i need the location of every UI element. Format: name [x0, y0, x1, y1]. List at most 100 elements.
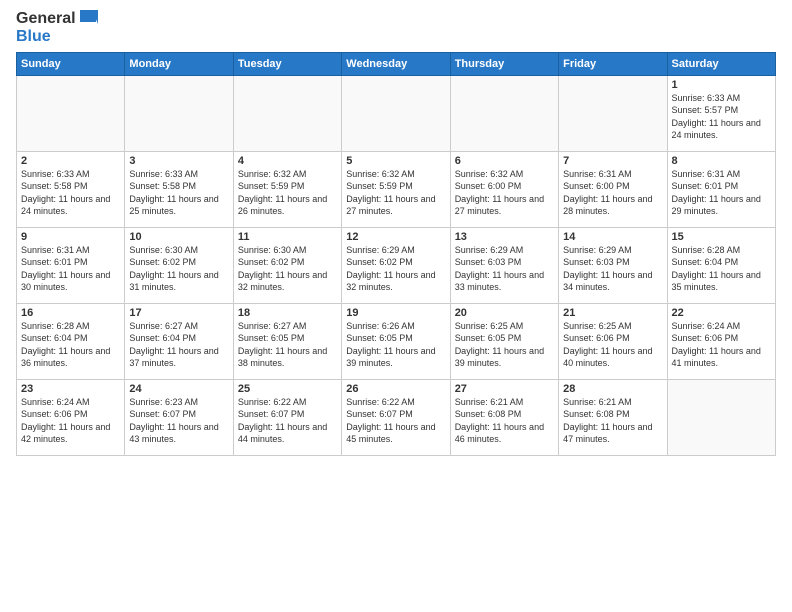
day-number: 16 — [21, 307, 120, 319]
day-number: 23 — [21, 383, 120, 395]
weekday-header-sunday: Sunday — [17, 52, 125, 75]
calendar-cell: 24Sunrise: 6:23 AM Sunset: 6:07 PM Dayli… — [125, 379, 233, 455]
calendar-cell: 16Sunrise: 6:28 AM Sunset: 6:04 PM Dayli… — [17, 303, 125, 379]
day-number: 13 — [455, 231, 554, 243]
calendar-cell: 1Sunrise: 6:33 AM Sunset: 5:57 PM Daylig… — [667, 75, 775, 151]
weekday-header-monday: Monday — [125, 52, 233, 75]
day-number: 3 — [129, 155, 228, 167]
day-info: Sunrise: 6:26 AM Sunset: 6:05 PM Dayligh… — [346, 320, 445, 370]
weekday-header-wednesday: Wednesday — [342, 52, 450, 75]
day-info: Sunrise: 6:25 AM Sunset: 6:05 PM Dayligh… — [455, 320, 554, 370]
day-info: Sunrise: 6:32 AM Sunset: 6:00 PM Dayligh… — [455, 168, 554, 218]
logo: General Blue — [16, 10, 98, 46]
day-number: 2 — [21, 155, 120, 167]
calendar-cell — [17, 75, 125, 151]
day-number: 6 — [455, 155, 554, 167]
calendar-cell: 2Sunrise: 6:33 AM Sunset: 5:58 PM Daylig… — [17, 151, 125, 227]
day-number: 19 — [346, 307, 445, 319]
day-number: 1 — [672, 79, 771, 91]
calendar-cell: 25Sunrise: 6:22 AM Sunset: 6:07 PM Dayli… — [233, 379, 341, 455]
day-number: 17 — [129, 307, 228, 319]
calendar-cell: 21Sunrise: 6:25 AM Sunset: 6:06 PM Dayli… — [559, 303, 667, 379]
calendar-cell: 3Sunrise: 6:33 AM Sunset: 5:58 PM Daylig… — [125, 151, 233, 227]
calendar-cell — [125, 75, 233, 151]
logo-blue: Blue — [16, 28, 51, 46]
calendar-cell: 27Sunrise: 6:21 AM Sunset: 6:08 PM Dayli… — [450, 379, 558, 455]
day-info: Sunrise: 6:32 AM Sunset: 5:59 PM Dayligh… — [346, 168, 445, 218]
day-number: 15 — [672, 231, 771, 243]
day-info: Sunrise: 6:22 AM Sunset: 6:07 PM Dayligh… — [346, 396, 445, 446]
day-info: Sunrise: 6:22 AM Sunset: 6:07 PM Dayligh… — [238, 396, 337, 446]
day-info: Sunrise: 6:25 AM Sunset: 6:06 PM Dayligh… — [563, 320, 662, 370]
day-info: Sunrise: 6:23 AM Sunset: 6:07 PM Dayligh… — [129, 396, 228, 446]
day-number: 4 — [238, 155, 337, 167]
logo-general: General — [16, 10, 76, 28]
calendar-cell: 13Sunrise: 6:29 AM Sunset: 6:03 PM Dayli… — [450, 227, 558, 303]
day-number: 11 — [238, 231, 337, 243]
day-number: 10 — [129, 231, 228, 243]
day-info: Sunrise: 6:29 AM Sunset: 6:02 PM Dayligh… — [346, 244, 445, 294]
weekday-header-saturday: Saturday — [667, 52, 775, 75]
calendar-cell: 14Sunrise: 6:29 AM Sunset: 6:03 PM Dayli… — [559, 227, 667, 303]
day-info: Sunrise: 6:29 AM Sunset: 6:03 PM Dayligh… — [563, 244, 662, 294]
calendar-cell: 15Sunrise: 6:28 AM Sunset: 6:04 PM Dayli… — [667, 227, 775, 303]
calendar-cell: 23Sunrise: 6:24 AM Sunset: 6:06 PM Dayli… — [17, 379, 125, 455]
day-number: 20 — [455, 307, 554, 319]
calendar-cell: 8Sunrise: 6:31 AM Sunset: 6:01 PM Daylig… — [667, 151, 775, 227]
day-info: Sunrise: 6:27 AM Sunset: 6:04 PM Dayligh… — [129, 320, 228, 370]
weekday-header-thursday: Thursday — [450, 52, 558, 75]
calendar-cell: 22Sunrise: 6:24 AM Sunset: 6:06 PM Dayli… — [667, 303, 775, 379]
calendar-cell — [559, 75, 667, 151]
calendar-cell: 12Sunrise: 6:29 AM Sunset: 6:02 PM Dayli… — [342, 227, 450, 303]
calendar: SundayMondayTuesdayWednesdayThursdayFrid… — [16, 52, 776, 456]
day-info: Sunrise: 6:29 AM Sunset: 6:03 PM Dayligh… — [455, 244, 554, 294]
day-info: Sunrise: 6:28 AM Sunset: 6:04 PM Dayligh… — [672, 244, 771, 294]
day-info: Sunrise: 6:31 AM Sunset: 6:00 PM Dayligh… — [563, 168, 662, 218]
day-info: Sunrise: 6:31 AM Sunset: 6:01 PM Dayligh… — [672, 168, 771, 218]
day-number: 7 — [563, 155, 662, 167]
calendar-cell: 19Sunrise: 6:26 AM Sunset: 6:05 PM Dayli… — [342, 303, 450, 379]
day-number: 18 — [238, 307, 337, 319]
day-number: 27 — [455, 383, 554, 395]
day-info: Sunrise: 6:31 AM Sunset: 6:01 PM Dayligh… — [21, 244, 120, 294]
calendar-cell — [667, 379, 775, 455]
day-number: 28 — [563, 383, 662, 395]
day-number: 5 — [346, 155, 445, 167]
calendar-cell: 6Sunrise: 6:32 AM Sunset: 6:00 PM Daylig… — [450, 151, 558, 227]
day-info: Sunrise: 6:21 AM Sunset: 6:08 PM Dayligh… — [455, 396, 554, 446]
calendar-cell: 10Sunrise: 6:30 AM Sunset: 6:02 PM Dayli… — [125, 227, 233, 303]
day-info: Sunrise: 6:33 AM Sunset: 5:58 PM Dayligh… — [129, 168, 228, 218]
calendar-cell: 26Sunrise: 6:22 AM Sunset: 6:07 PM Dayli… — [342, 379, 450, 455]
day-info: Sunrise: 6:32 AM Sunset: 5:59 PM Dayligh… — [238, 168, 337, 218]
calendar-cell: 7Sunrise: 6:31 AM Sunset: 6:00 PM Daylig… — [559, 151, 667, 227]
day-number: 8 — [672, 155, 771, 167]
calendar-cell: 28Sunrise: 6:21 AM Sunset: 6:08 PM Dayli… — [559, 379, 667, 455]
day-number: 21 — [563, 307, 662, 319]
day-number: 25 — [238, 383, 337, 395]
day-info: Sunrise: 6:24 AM Sunset: 6:06 PM Dayligh… — [672, 320, 771, 370]
day-info: Sunrise: 6:33 AM Sunset: 5:58 PM Dayligh… — [21, 168, 120, 218]
calendar-cell: 17Sunrise: 6:27 AM Sunset: 6:04 PM Dayli… — [125, 303, 233, 379]
weekday-header-tuesday: Tuesday — [233, 52, 341, 75]
day-number: 22 — [672, 307, 771, 319]
calendar-cell: 5Sunrise: 6:32 AM Sunset: 5:59 PM Daylig… — [342, 151, 450, 227]
calendar-cell — [342, 75, 450, 151]
calendar-cell: 18Sunrise: 6:27 AM Sunset: 6:05 PM Dayli… — [233, 303, 341, 379]
day-info: Sunrise: 6:28 AM Sunset: 6:04 PM Dayligh… — [21, 320, 120, 370]
calendar-cell: 20Sunrise: 6:25 AM Sunset: 6:05 PM Dayli… — [450, 303, 558, 379]
weekday-header-friday: Friday — [559, 52, 667, 75]
day-info: Sunrise: 6:21 AM Sunset: 6:08 PM Dayligh… — [563, 396, 662, 446]
day-number: 9 — [21, 231, 120, 243]
day-number: 12 — [346, 231, 445, 243]
day-number: 24 — [129, 383, 228, 395]
day-info: Sunrise: 6:30 AM Sunset: 6:02 PM Dayligh… — [129, 244, 228, 294]
calendar-cell: 11Sunrise: 6:30 AM Sunset: 6:02 PM Dayli… — [233, 227, 341, 303]
calendar-cell: 9Sunrise: 6:31 AM Sunset: 6:01 PM Daylig… — [17, 227, 125, 303]
day-info: Sunrise: 6:27 AM Sunset: 6:05 PM Dayligh… — [238, 320, 337, 370]
calendar-cell: 4Sunrise: 6:32 AM Sunset: 5:59 PM Daylig… — [233, 151, 341, 227]
calendar-cell — [233, 75, 341, 151]
logo-flag-icon — [78, 10, 98, 28]
day-info: Sunrise: 6:33 AM Sunset: 5:57 PM Dayligh… — [672, 92, 771, 142]
calendar-cell — [450, 75, 558, 151]
day-number: 14 — [563, 231, 662, 243]
